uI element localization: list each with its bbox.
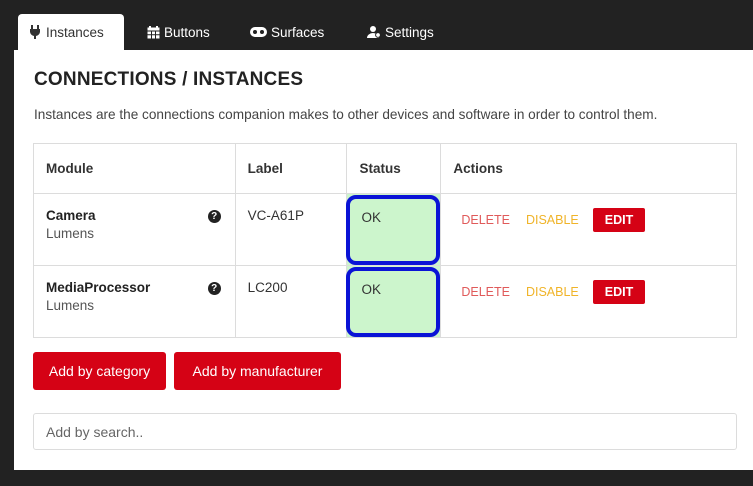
instances-panel: CONNECTIONS / INSTANCES Instances are th… <box>14 50 753 470</box>
delete-button[interactable]: DELETE <box>453 285 518 299</box>
module-manufacturer: Lumens <box>46 298 95 313</box>
gamepad-icon <box>250 25 267 39</box>
tab-label: Buttons <box>164 24 210 40</box>
delete-button[interactable]: DELETE <box>453 213 518 227</box>
plug-icon <box>28 25 42 39</box>
instances-table: Module Label Status Actions Camera Lumen… <box>33 143 737 338</box>
edit-button[interactable]: EDIT <box>592 208 646 232</box>
calendar-grid-icon <box>146 25 160 39</box>
column-header-status: Status <box>346 143 442 194</box>
actions-cell: DELETE DISABLE EDIT <box>440 265 737 338</box>
table-header-row: Module Label Status Actions <box>33 143 737 194</box>
module-name: MediaProcessor <box>46 280 151 295</box>
tab-buttons[interactable]: Buttons <box>136 14 220 50</box>
module-cell: MediaProcessor Lumens ? <box>33 265 236 338</box>
disable-button[interactable]: DISABLE <box>518 285 587 299</box>
tab-settings[interactable]: Settings <box>357 14 444 50</box>
page-description: Instances are the connections companion … <box>34 107 658 122</box>
column-header-module: Module <box>33 143 236 194</box>
user-gear-icon <box>367 25 381 39</box>
tab-label: Instances <box>46 24 104 40</box>
status-cell: OK <box>346 265 442 338</box>
status-highlight-ring <box>346 267 441 337</box>
column-header-actions: Actions <box>440 143 737 194</box>
module-name: Camera <box>46 208 96 223</box>
table-row: Camera Lumens ? VC-A61P OK DELETE DISABL… <box>33 193 737 266</box>
actions-cell: DELETE DISABLE EDIT <box>440 193 737 266</box>
column-header-label: Label <box>234 143 348 194</box>
label-cell: VC-A61P <box>234 193 348 266</box>
module-cell: Camera Lumens ? <box>33 193 236 266</box>
search-input[interactable] <box>33 413 737 450</box>
tab-bar: Instances Buttons Surfaces Settings <box>0 0 753 50</box>
edit-button[interactable]: EDIT <box>592 280 646 304</box>
disable-button[interactable]: DISABLE <box>518 213 587 227</box>
module-manufacturer: Lumens <box>46 226 95 241</box>
status-cell: OK <box>346 193 442 266</box>
add-by-manufacturer-button[interactable]: Add by manufacturer <box>174 352 341 390</box>
label-cell: LC200 <box>234 265 348 338</box>
tab-instances[interactable]: Instances <box>18 14 124 50</box>
table-row: MediaProcessor Lumens ? LC200 OK DELETE … <box>33 265 737 338</box>
tab-label: Settings <box>385 24 434 40</box>
help-icon[interactable]: ? <box>207 282 221 295</box>
tab-label: Surfaces <box>271 24 325 40</box>
help-icon[interactable]: ? <box>207 210 221 223</box>
page-title: CONNECTIONS / INSTANCES <box>34 69 304 90</box>
add-by-category-button[interactable]: Add by category <box>33 352 166 390</box>
tab-surfaces[interactable]: Surfaces <box>240 14 334 50</box>
status-highlight-ring <box>346 195 441 265</box>
